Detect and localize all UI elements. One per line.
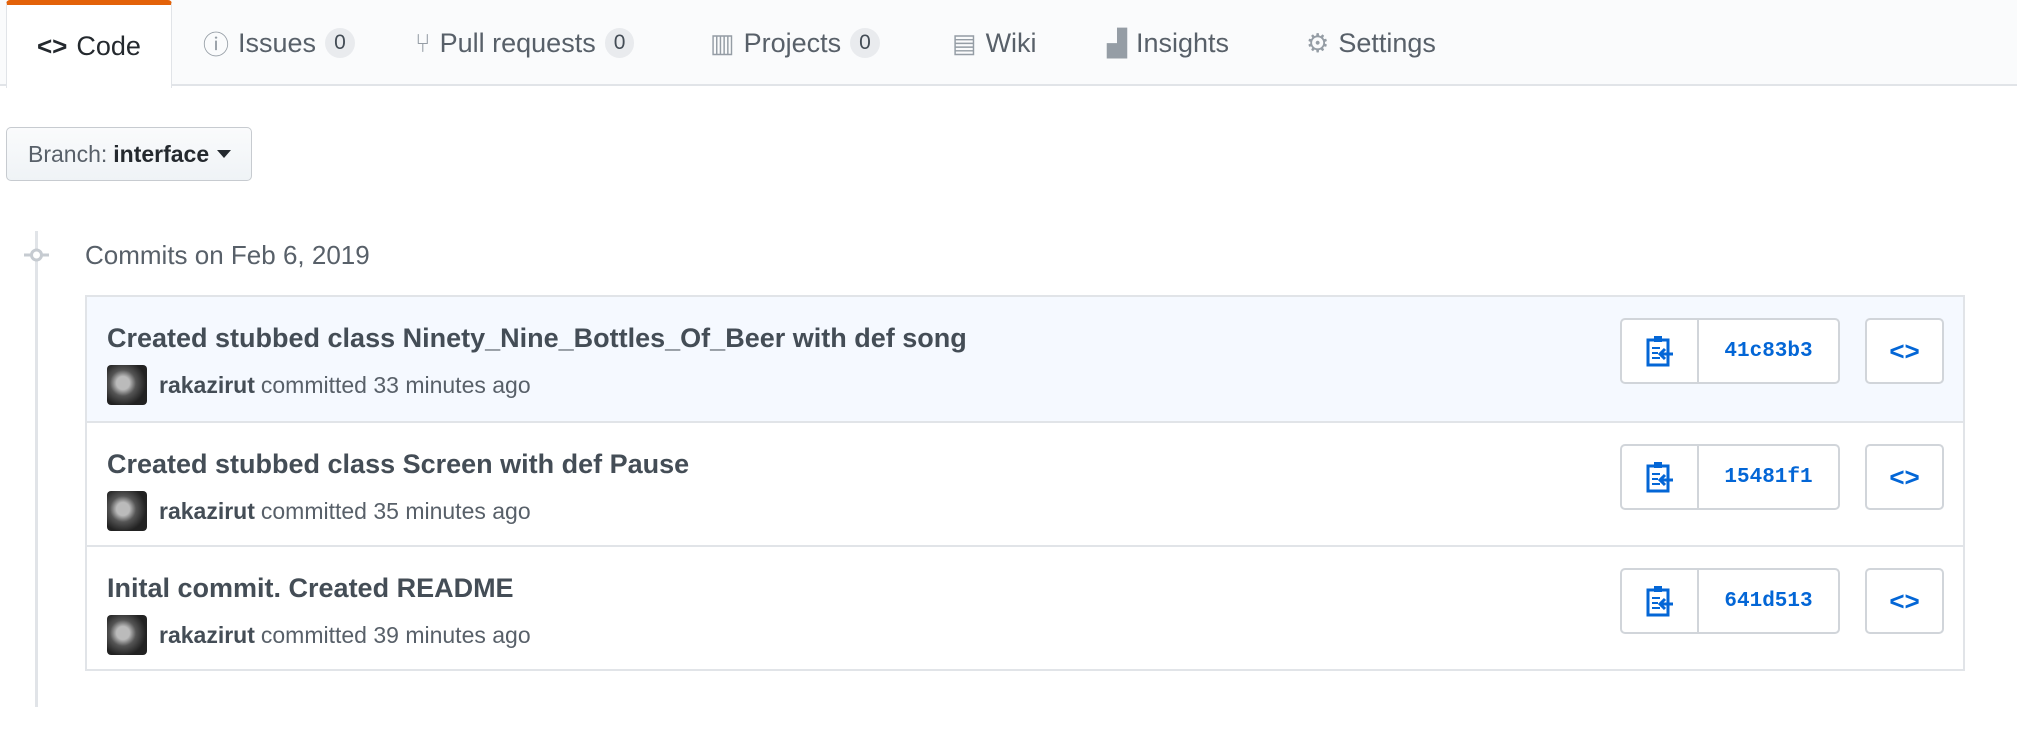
pull-requests-counter: 0: [604, 28, 635, 58]
commit-row: Inital commit. Created README rakazirut c…: [87, 545, 1963, 669]
project-icon: ▥: [710, 27, 735, 58]
commit-node-icon: [24, 248, 49, 262]
tab-label: Code: [76, 31, 141, 61]
repo-nav: <> Code ⓘ Issues 0 ⑂ Pull requests 0 ▥ Project…: [0, 0, 2017, 88]
branch-select[interactable]: Branch: interface: [6, 127, 252, 181]
avatar[interactable]: [107, 491, 147, 531]
commit-sha-link[interactable]: 641d513: [1699, 570, 1838, 632]
copy-sha-button[interactable]: [1622, 320, 1699, 382]
tab-label: Projects: [743, 27, 842, 58]
pull-request-icon: ⑂: [415, 27, 431, 58]
commits-date-heading: Commits on Feb 6, 2019: [85, 240, 370, 270]
browse-code-button[interactable]: <>: [1865, 318, 1944, 384]
commit-time: committed 33 minutes ago: [260, 371, 531, 398]
author-link[interactable]: rakazirut: [159, 372, 255, 399]
tab-insights[interactable]: ▟ Insights: [1107, 0, 1229, 86]
code-icon: <>: [37, 31, 68, 61]
commit-title-link[interactable]: Inital commit. Created README: [107, 573, 514, 604]
tab-label: Insights: [1136, 27, 1230, 58]
clipboard-icon: [1646, 336, 1673, 367]
branch-value: interface: [113, 140, 210, 167]
browse-code-button[interactable]: <>: [1865, 568, 1944, 634]
timeline-line: [35, 231, 38, 707]
tab-label: Wiki: [985, 27, 1037, 58]
commit-row: Created stubbed class Ninety_Nine_Bottle…: [87, 297, 1963, 421]
commit-row: Created stubbed class Screen with def Pa…: [87, 421, 1963, 545]
browse-code-button[interactable]: <>: [1865, 444, 1944, 510]
commit-time: committed 39 minutes ago: [260, 621, 531, 648]
avatar[interactable]: [107, 615, 147, 655]
commit-title-link[interactable]: Created stubbed class Screen with def Pa…: [107, 449, 689, 480]
copy-sha-button[interactable]: [1622, 446, 1699, 508]
graph-icon: ▟: [1107, 27, 1127, 58]
author-link[interactable]: rakazirut: [159, 498, 255, 525]
book-icon: ▤: [952, 27, 977, 58]
tab-wiki[interactable]: ▤ Wiki: [952, 0, 1037, 86]
tab-code[interactable]: <> Code: [6, 0, 172, 88]
tab-settings[interactable]: ⚙ Settings: [1306, 0, 1436, 86]
caret-down-icon: [217, 150, 232, 158]
code-icon: <>: [1889, 335, 1920, 366]
issue-icon: ⓘ: [203, 29, 230, 60]
branch-label: Branch:: [28, 140, 108, 167]
code-icon: <>: [1889, 585, 1920, 616]
projects-counter: 0: [850, 28, 880, 58]
gear-icon: ⚙: [1306, 27, 1330, 58]
code-icon: <>: [1889, 461, 1920, 492]
copy-sha-button[interactable]: [1622, 570, 1699, 632]
avatar[interactable]: [107, 365, 147, 405]
author-link[interactable]: rakazirut: [159, 622, 255, 649]
tab-projects[interactable]: ▥ Projects 0: [710, 0, 880, 86]
clipboard-icon: [1646, 462, 1673, 493]
commit-list: Created stubbed class Ninety_Nine_Bottle…: [85, 295, 1965, 671]
tab-label: Pull requests: [439, 27, 596, 58]
commit-title-link[interactable]: Created stubbed class Ninety_Nine_Bottle…: [107, 323, 967, 354]
tab-label: Settings: [1338, 27, 1436, 58]
issues-counter: 0: [325, 28, 355, 58]
tab-label: Issues: [238, 27, 317, 58]
tab-pull-requests[interactable]: ⑂ Pull requests 0: [415, 0, 635, 86]
commit-time: committed 35 minutes ago: [260, 497, 531, 524]
tab-issues[interactable]: ⓘ Issues 0: [203, 0, 355, 86]
commit-sha-link[interactable]: 41c83b3: [1699, 320, 1838, 382]
clipboard-icon: [1646, 586, 1673, 617]
commit-sha-link[interactable]: 15481f1: [1699, 446, 1838, 508]
